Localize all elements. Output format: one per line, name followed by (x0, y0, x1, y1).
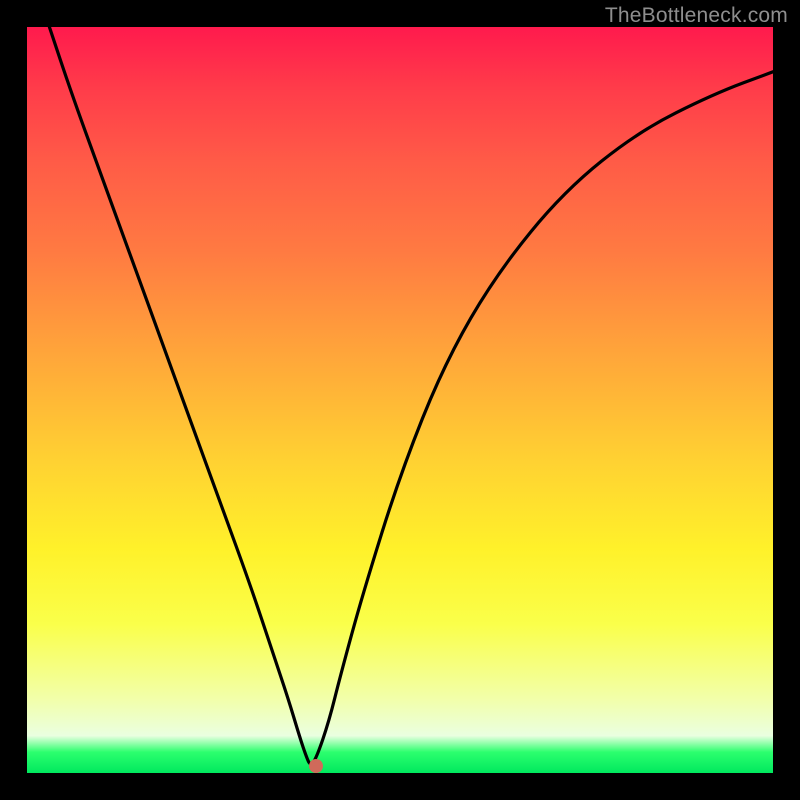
watermark-text: TheBottleneck.com (605, 4, 788, 28)
chart-frame: TheBottleneck.com (0, 0, 800, 800)
bottleneck-curve (27, 27, 773, 773)
minimum-marker (309, 759, 323, 773)
plot-area (27, 27, 773, 773)
